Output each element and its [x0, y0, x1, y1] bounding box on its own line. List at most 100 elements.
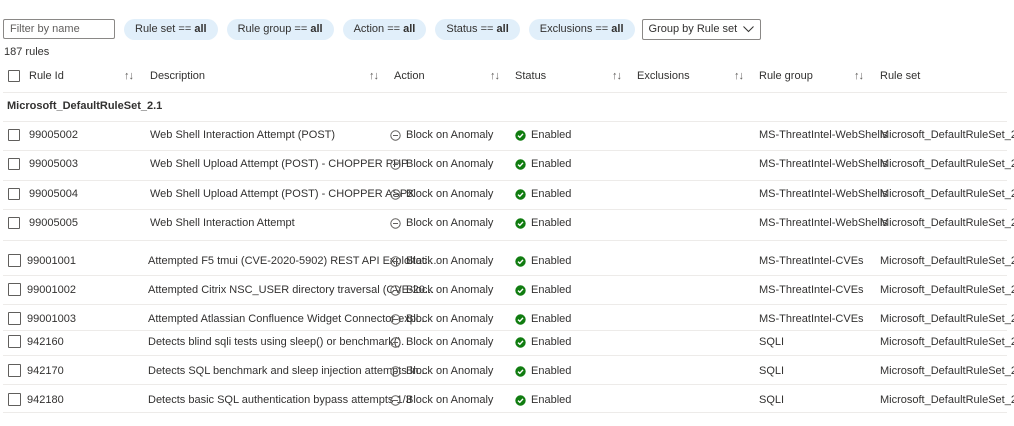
table-row[interactable]: 99005004 Web Shell Upload Attempt (POST) … — [0, 186, 1014, 204]
rule-set-cell: Microsoft_DefaultRuleSet_2.1 — [880, 217, 1014, 229]
rule-group-filter-pill[interactable]: Rule group == all — [226, 18, 334, 40]
sort-arrows-icon[interactable]: ↑↓ — [612, 70, 622, 82]
action-cell: Block on Anomaly — [390, 365, 493, 377]
sort-arrows-icon[interactable]: ↑↓ — [734, 70, 744, 82]
row-divider — [3, 412, 1007, 413]
table-row[interactable]: 942180 Detects basic SQL authentication b… — [0, 392, 1014, 410]
rule-group-cell: SQLI — [759, 394, 785, 406]
status-cell: Enabled — [515, 129, 571, 141]
sort-arrows-icon[interactable]: ↑↓ — [369, 70, 379, 82]
row-checkbox[interactable] — [8, 254, 21, 267]
status-label: Enabled — [531, 255, 572, 267]
status-label: Enabled — [531, 284, 572, 296]
table-row[interactable]: 99005005 Web Shell Interaction Attempt Blo… — [0, 215, 1014, 233]
status-label: Enabled — [531, 129, 572, 141]
row-divider — [3, 304, 1007, 305]
header-divider — [3, 92, 1007, 93]
block-circle-icon — [390, 284, 401, 296]
sort-arrows-icon[interactable]: ↑↓ — [490, 70, 500, 82]
table-row[interactable]: 942170 Detects SQL benchmark and sleep in… — [0, 363, 1014, 381]
filter-by-name-input[interactable] — [3, 19, 115, 39]
rule-id-cell: 99001002 — [27, 284, 76, 296]
rule-group-cell: SQLI — [759, 336, 785, 348]
action-label: Block on Anomaly — [406, 129, 494, 141]
column-header-rule-set[interactable]: Rule set — [880, 70, 920, 82]
group-by-label: Group by Rule set — [648, 22, 738, 35]
status-cell: Enabled — [515, 217, 571, 229]
sort-arrows-icon[interactable]: ↑↓ — [124, 70, 134, 82]
row-checkbox[interactable] — [8, 335, 21, 348]
action-cell: Block on Anomaly — [390, 158, 493, 170]
check-circle-icon — [515, 336, 526, 348]
check-circle-icon — [515, 129, 526, 141]
rule-set-cell: Microsoft_DefaultRuleSet_2.1 — [880, 284, 1014, 296]
rule-set-cell: Microsoft_DefaultRuleSet_2.1 — [880, 129, 1014, 141]
row-checkbox[interactable] — [8, 129, 20, 141]
check-circle-icon — [515, 394, 526, 406]
action-label: Block on Anomaly — [406, 394, 494, 406]
row-checkbox[interactable] — [8, 217, 20, 229]
column-header-description[interactable]: Description — [150, 70, 205, 82]
table-row[interactable]: 99005002 Web Shell Interaction Attempt (P… — [0, 127, 1014, 145]
action-label: Block on Anomaly — [406, 365, 494, 377]
rule-group-cell: MS-ThreatIntel-CVEs — [759, 284, 864, 296]
rule-set-filter-pill[interactable]: Rule set == all — [124, 18, 218, 40]
group-header[interactable]: Microsoft_DefaultRuleSet_2.1 — [7, 100, 162, 112]
rule-group-cell: MS-ThreatIntel-WebShells — [759, 129, 888, 141]
status-filter-pill[interactable]: Status == all — [435, 18, 520, 40]
description-cell: Detects blind sqli tests using sleep() o… — [148, 336, 405, 348]
rule-group-cell: MS-ThreatIntel-CVEs — [759, 313, 864, 325]
row-checkbox[interactable] — [8, 312, 21, 325]
action-filter-pill[interactable]: Action == all — [342, 18, 427, 40]
row-checkbox[interactable] — [8, 188, 20, 200]
exclusions-filter-pill[interactable]: Exclusions == all — [528, 18, 635, 40]
row-checkbox[interactable] — [8, 158, 20, 170]
block-circle-icon — [390, 188, 401, 200]
row-divider — [3, 209, 1007, 210]
status-label: Enabled — [531, 188, 572, 200]
status-cell: Enabled — [515, 188, 571, 200]
row-divider — [3, 384, 1007, 385]
rule-group-cell: MS-ThreatIntel-CVEs — [759, 255, 864, 267]
status-label: Enabled — [531, 158, 572, 170]
row-checkbox[interactable] — [8, 364, 21, 377]
group-by-dropdown[interactable]: Group by Rule set — [641, 18, 762, 40]
check-circle-icon — [515, 365, 526, 377]
table-row[interactable]: 942160 Detects blind sqli tests using sle… — [0, 334, 1014, 352]
rule-set-cell: Microsoft_DefaultRuleSet_2.1 — [880, 313, 1014, 325]
rule-id-cell: 99001001 — [27, 255, 76, 267]
description-cell: Web Shell Upload Attempt (POST) - CHOPPE… — [150, 158, 409, 170]
check-circle-icon — [515, 188, 526, 200]
rule-set-cell: Microsoft_DefaultRuleSet_2.1 — [880, 336, 1014, 348]
rule-id-cell: 99005002 — [29, 129, 78, 141]
status-cell: Enabled — [515, 255, 571, 267]
rule-id-cell: 99001003 — [27, 313, 76, 325]
rule-id-cell: 942170 — [27, 365, 64, 377]
select-all-checkbox[interactable] — [8, 70, 20, 82]
block-circle-icon — [390, 336, 401, 348]
column-header-rule-id[interactable]: Rule Id — [29, 70, 64, 82]
column-header-rule-group[interactable]: Rule group — [759, 70, 813, 82]
row-checkbox[interactable] — [8, 393, 21, 406]
description-cell: Web Shell Interaction Attempt — [150, 217, 295, 229]
action-cell: Block on Anomaly — [390, 188, 493, 200]
rule-id-cell: 942180 — [27, 394, 64, 406]
action-cell: Block on Anomaly — [390, 313, 493, 325]
table-row[interactable]: 99005003 Web Shell Upload Attempt (POST) … — [0, 156, 1014, 174]
rule-set-cell: Microsoft_DefaultRuleSet_2.1 — [880, 255, 1014, 267]
table-row[interactable]: 99001001 Attempted F5 tmui (CVE-2020-5902… — [0, 253, 1014, 271]
table-row[interactable]: 99001003 Attempted Atlassian Confluence W… — [0, 311, 1014, 329]
column-header-status[interactable]: Status — [515, 70, 546, 82]
column-header-exclusions[interactable]: Exclusions — [637, 70, 690, 82]
status-cell: Enabled — [515, 336, 571, 348]
status-label: Enabled — [531, 217, 572, 229]
rule-id-cell: 942160 — [27, 336, 64, 348]
column-header-action[interactable]: Action — [394, 70, 425, 82]
action-cell: Block on Anomaly — [390, 217, 493, 229]
sort-arrows-icon[interactable]: ↑↓ — [854, 70, 864, 82]
row-checkbox[interactable] — [8, 283, 21, 296]
action-label: Block on Anomaly — [406, 255, 494, 267]
table-row[interactable]: 99001002 Attempted Citrix NSC_USER direct… — [0, 282, 1014, 300]
status-cell: Enabled — [515, 284, 571, 296]
block-circle-icon — [390, 255, 401, 267]
